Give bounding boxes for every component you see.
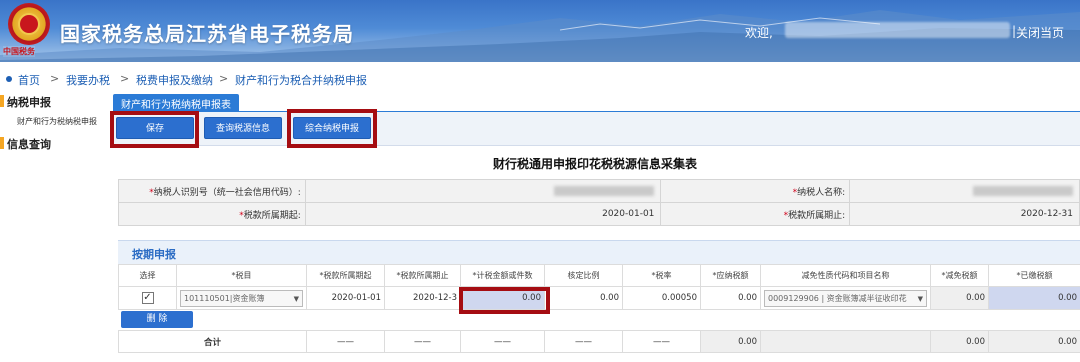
col-payable: *应纳税额 (700, 264, 761, 287)
total-dash: —— (622, 330, 701, 353)
total-paid: 0.00 (988, 330, 1080, 353)
total-dash: —— (544, 330, 623, 353)
taxpayer-name-value-blurred (973, 185, 1073, 196)
total-payable: 0.00 (700, 330, 761, 353)
total-dash: —— (384, 330, 461, 353)
form-title: 财行税通用申报印花税税源信息采集表 (492, 157, 697, 171)
sidebar-marker (0, 95, 4, 107)
row-relief-amount: 0.00 (930, 286, 989, 310)
relief-code-value: 0009129906 | 资金账簿减半征收印花 (768, 293, 907, 303)
row-rate: 0.00050 (622, 286, 701, 310)
period-end-label: 税款所属期止: (788, 210, 846, 221)
paid-amount-input[interactable]: 0.00 (988, 286, 1080, 310)
welcome-label: 欢迎, (745, 26, 773, 40)
tax-item-select[interactable]: 101110501|资金账簿 ▼ (180, 289, 303, 307)
breadcrumb-separator: > (219, 72, 229, 85)
relief-code-select[interactable]: 0009129906 | 资金账簿减半征收印花 ▼ (764, 289, 927, 307)
home-dot-icon (6, 76, 12, 82)
total-dash: —— (460, 330, 545, 353)
sidebar-group-declaration[interactable]: 纳税申报 (7, 94, 51, 110)
breadcrumb-tax-handling[interactable]: 我要办税 (66, 72, 110, 88)
query-source-button[interactable]: 查询税源信息 (204, 117, 282, 139)
taxpayer-id-label: 纳税人识别号（统一社会信用代码）: (153, 187, 301, 198)
total-row: 合计 —— —— —— —— —— 0.00 0.00 0.00 (118, 330, 1080, 353)
row-payable: 0.00 (700, 286, 761, 310)
delete-row: 删 除 (118, 310, 1080, 330)
col-ratio: 核定比例 (544, 264, 623, 287)
row-ratio: 0.00 (544, 286, 623, 310)
tab-property-tax-form[interactable]: 财产和行为税纳税申报表 (113, 94, 239, 111)
sidebar: 纳税申报 财产和行为税纳税申报 信息查询 (0, 92, 107, 362)
sidebar-group-query[interactable]: 信息查询 (7, 136, 51, 152)
taxpayer-id-value-blurred (554, 185, 655, 196)
highlight-box-combined (287, 109, 377, 148)
breadcrumb-separator: > (50, 72, 60, 85)
periodic-declaration-section: 按期申报 (118, 240, 1080, 264)
total-relief-code-empty (760, 330, 931, 353)
stamp-tax-table: 选择 *税目 *税款所属期起 *税款所属期止 *计税金额或件数 核定比例 *税率… (118, 264, 1080, 310)
col-tax-item: *税目 (176, 264, 307, 287)
tax-item-value: 101110501|资金账簿 (184, 293, 265, 303)
taxpayer-name-label: 纳税人名称: (797, 187, 846, 198)
col-paid: *已缴税额 (988, 264, 1080, 287)
sidebar-item-property-tax[interactable]: 财产和行为税纳税申报 (17, 116, 97, 127)
breadcrumb-separator: > (120, 72, 130, 85)
table-row: ✓ 101110501|资金账簿 ▼ 2020-01-01 2020-12-3 0… (118, 286, 1080, 310)
table-header-row: 选择 *税目 *税款所属期起 *税款所属期止 *计税金额或件数 核定比例 *税率… (118, 264, 1080, 287)
delete-button[interactable]: 删 除 (121, 311, 193, 328)
dropdown-arrow-icon: ▼ (917, 294, 923, 303)
section-title: 按期申报 (132, 248, 176, 261)
site-title: 国家税务总局江苏省电子税务局 (60, 22, 354, 46)
col-relief-code: 减免性质代码和项目名称 (760, 264, 931, 287)
period-start-label: 税款所属期起: (243, 210, 301, 221)
period-start-value: 2020-01-01 (304, 202, 662, 226)
breadcrumb-declaration[interactable]: 税费申报及缴纳 (136, 72, 213, 88)
col-period-start: *税款所属期起 (306, 264, 385, 287)
taxpayer-info-table: *纳税人识别号（统一社会信用代码）: *纳税人名称: *税款所属期起: 2020… (118, 179, 1080, 226)
user-name-blurred (785, 22, 1010, 38)
col-taxable-amount: *计税金额或件数 (460, 264, 545, 287)
row-select-checkbox[interactable]: ✓ (141, 292, 154, 304)
total-label: 合计 (118, 330, 307, 353)
row-period-start[interactable]: 2020-01-01 (306, 286, 385, 310)
period-end-value: 2020-12-31 (849, 202, 1080, 226)
dropdown-arrow-icon: ▼ (293, 294, 299, 303)
total-table: 合计 —— —— —— —— —— 0.00 0.00 0.00 (118, 330, 1080, 353)
close-page-link[interactable]: 关闭当页 (1016, 24, 1064, 41)
row-period-end[interactable]: 2020-12-3 (384, 286, 461, 310)
col-rate: *税率 (622, 264, 701, 287)
total-relief: 0.00 (930, 330, 989, 353)
breadcrumb-current: 财产和行为税合并纳税申报 (235, 74, 367, 87)
breadcrumb-home[interactable]: 首页 (18, 72, 40, 88)
emblem-text: 中国税务 (3, 46, 35, 57)
col-select: 选择 (118, 264, 177, 287)
total-dash: —— (306, 330, 385, 353)
col-period-end: *税款所属期止 (384, 264, 461, 287)
col-relief-amount: *减免税额 (930, 264, 989, 287)
tax-emblem-logo (8, 3, 50, 45)
site-header: 中国税务 国家税务总局江苏省电子税务局 欢迎, | 关闭当页 (0, 0, 1080, 62)
sidebar-marker (0, 137, 4, 149)
highlight-box-save (110, 111, 199, 148)
breadcrumb: 首页 > 我要办税 > 税费申报及缴纳 > 财产和行为税合并纳税申报 (0, 69, 1080, 89)
